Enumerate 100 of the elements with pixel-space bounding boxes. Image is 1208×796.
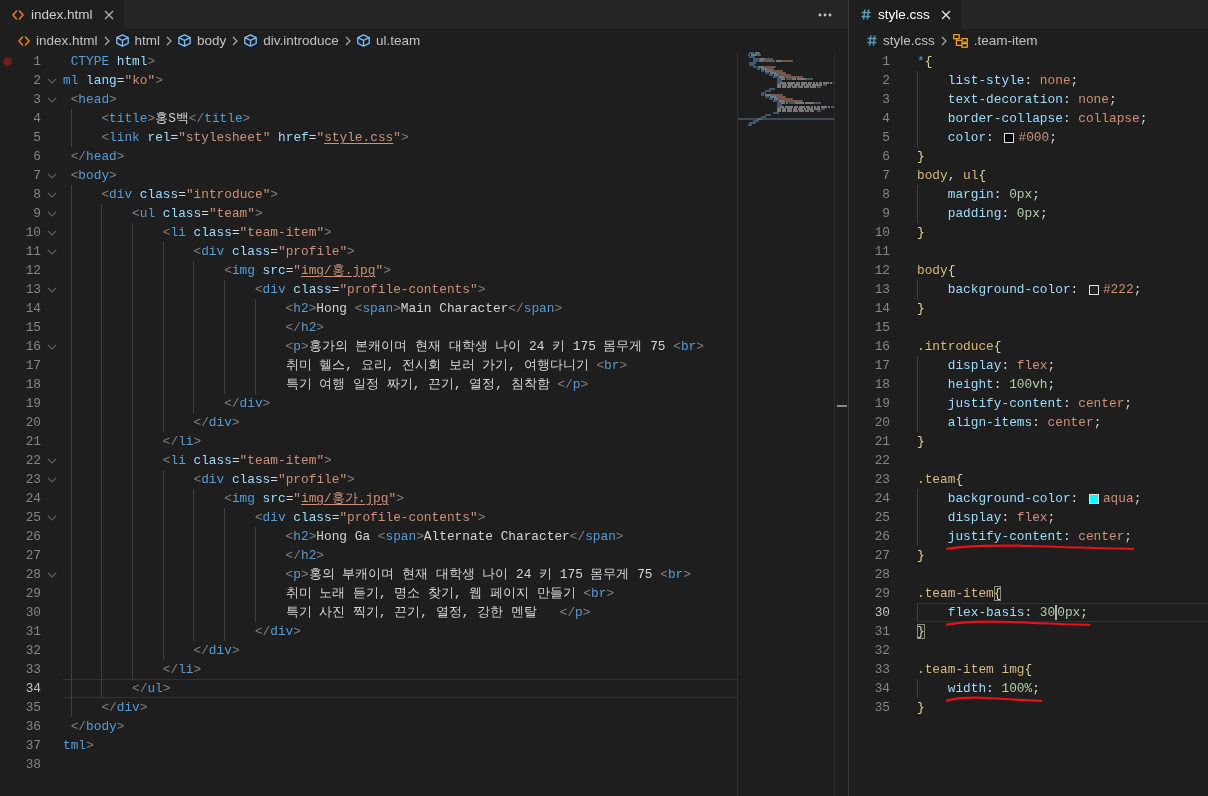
line-number: 16	[873, 338, 890, 356]
line-number: 34	[24, 680, 41, 698]
line-number: 5	[32, 129, 41, 147]
code-line: <title>홍S백</title>	[101, 110, 251, 128]
line-number: 9	[881, 205, 890, 223]
line-number: 11	[873, 243, 890, 261]
code-line: 특기 여행 일정 짜기, 끈기, 열정, 침착함 </p>	[285, 376, 589, 394]
code-line: </li>	[162, 661, 202, 679]
breadcrumb-item[interactable]: index.html	[18, 33, 98, 48]
code-line: flex-basis: 30	[947, 604, 1056, 622]
code-line: <body>	[70, 167, 117, 185]
editor-tab[interactable]: style.css	[849, 0, 961, 29]
chevron-down-icon[interactable]	[47, 248, 57, 255]
code-line: body{	[917, 262, 956, 280]
line-number: 19	[873, 395, 890, 413]
breadcrumb-item[interactable]: ul.team	[356, 33, 421, 48]
code-line: <div class="introduce">	[101, 186, 279, 204]
code-line: height: 100vh;	[947, 376, 1056, 394]
line-number: 11	[24, 243, 41, 261]
breadcrumb-item[interactable]: body	[178, 33, 227, 48]
code-line: <div class="profile">	[193, 471, 355, 489]
breadcrumb-item[interactable]: html	[115, 33, 161, 48]
line-number: 31	[24, 623, 41, 641]
line-number: 3	[881, 91, 890, 109]
chevron-down-icon[interactable]	[47, 96, 57, 103]
code-line: <img src="img/홍가.jpg">	[224, 490, 404, 508]
chevron-down-icon[interactable]	[47, 286, 57, 293]
line-number: 33	[873, 661, 890, 679]
breakpoint-icon[interactable]	[2, 57, 12, 66]
line-number: 21	[24, 433, 41, 451]
line-number: 29	[24, 585, 41, 603]
line-number: 28	[873, 566, 890, 584]
code-line: </div>	[101, 699, 148, 717]
line-number: 14	[873, 300, 890, 318]
code-line: 0px;	[1057, 604, 1088, 622]
code-line: list-style: none;	[947, 72, 1079, 90]
editor-tab[interactable]: index.html	[0, 0, 124, 29]
breadcrumb-item[interactable]: style.css	[867, 33, 935, 48]
code-line: width: 100%;	[947, 680, 1040, 698]
more-actions-icon[interactable]	[818, 12, 832, 17]
code-line: </div>	[193, 642, 240, 660]
cube-icon	[356, 34, 370, 47]
line-number: 23	[873, 471, 890, 489]
line-number: 18	[24, 376, 41, 394]
line-number: 8	[881, 186, 890, 204]
close-icon[interactable]	[103, 9, 114, 20]
code-line: body, ul{	[917, 167, 987, 185]
line-number: 15	[873, 319, 890, 337]
chevron-down-icon[interactable]	[47, 77, 57, 84]
line-number: 35	[873, 699, 890, 717]
line-number: 22	[24, 452, 41, 470]
chevron-right-icon	[232, 35, 239, 46]
line-number: 17	[873, 357, 890, 375]
chevron-down-icon[interactable]	[47, 476, 57, 483]
code-line: margin: 0px;	[947, 186, 1040, 204]
chevron-down-icon[interactable]	[47, 514, 57, 521]
chevron-down-icon[interactable]	[47, 210, 57, 217]
breadcrumb-item[interactable]: .team-item	[952, 33, 1038, 48]
chevron-right-icon	[103, 35, 110, 46]
code-line: <li class="team-item">	[162, 224, 332, 242]
code-line: }	[917, 699, 925, 717]
chevron-down-icon[interactable]	[47, 191, 57, 198]
code-line: </div>	[224, 395, 271, 413]
line-number: 19	[24, 395, 41, 413]
chevron-down-icon[interactable]	[47, 172, 57, 179]
line-number: 30	[873, 604, 890, 622]
line-number: 10	[873, 224, 890, 242]
code-line: <div class="profile-contents">	[254, 281, 486, 299]
code-line: <img src="img/홍.jpg">	[224, 262, 391, 280]
code-line: </div>	[193, 414, 240, 432]
line-number: 15	[24, 319, 41, 337]
line-number: 26	[24, 528, 41, 546]
chevron-down-icon[interactable]	[47, 571, 57, 578]
cursor-marker-icon	[837, 405, 847, 407]
line-number: 18	[873, 376, 890, 394]
line-number: 30	[24, 604, 41, 622]
line-number: 2	[881, 72, 890, 90]
code-line: .team{	[917, 471, 964, 489]
code-line: <head>	[70, 91, 117, 109]
breadcrumb-item[interactable]: div.introduce	[244, 33, 339, 48]
code-line: </h2>	[285, 319, 324, 337]
code-line: ml lang="ko">	[63, 72, 163, 90]
line-number: 13	[24, 281, 41, 299]
chevron-down-icon[interactable]	[47, 229, 57, 236]
code-line: </div>	[254, 623, 301, 641]
minimap-drawing[interactable]	[738, 52, 834, 128]
code-line: align-items: center;	[947, 414, 1102, 432]
code-line: }	[917, 300, 925, 318]
chevron-right-icon	[344, 35, 351, 46]
hash-icon	[861, 9, 871, 20]
code-line: justify-content: center;	[947, 528, 1133, 546]
code-line: <p>홍가의 본캐이며 현재 대학생 나이 24 키 175 몸무게 75 <br>	[285, 338, 704, 356]
code-line: tml>	[63, 737, 94, 755]
line-number: 4	[881, 110, 890, 128]
code-line: .introduce{	[917, 338, 1002, 356]
line-number: 10	[24, 224, 41, 242]
chevron-down-icon[interactable]	[47, 343, 57, 350]
code-line: <div class="profile">	[193, 243, 355, 261]
line-number: 13	[873, 281, 890, 299]
chevron-down-icon[interactable]	[47, 457, 57, 464]
